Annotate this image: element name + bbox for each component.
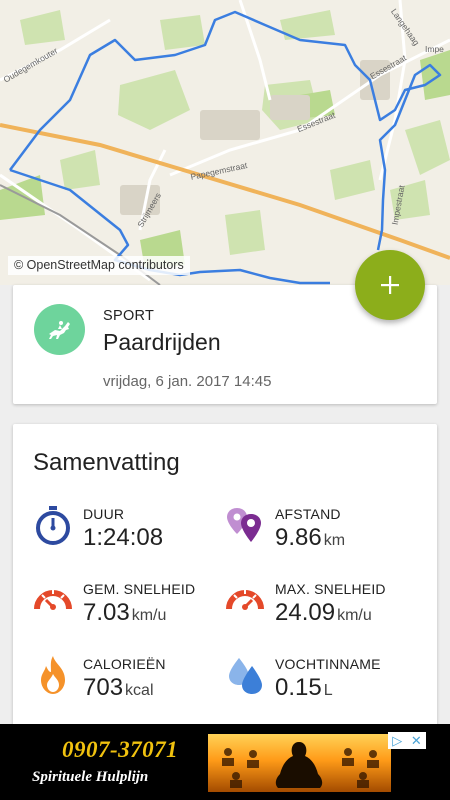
stat-value: 703 [83,674,124,701]
activity-datetime: vrijdag, 6 jan. 2017 14:45 [103,373,272,390]
summary-title: Samenvatting [33,449,180,476]
stat-unit: km [323,532,346,549]
stat-distance: AFSTAND 9.86 km [225,504,425,564]
stat-calories: CALORIEËN 703 kcal [33,654,233,714]
plus-icon [381,276,399,294]
ad-phone-number: 0907-37071 [62,737,179,762]
stat-value: 0.15 [275,674,322,701]
speedometer-icon [34,590,72,610]
ad-controls[interactable]: ▷ ✕ [388,732,426,749]
stat-unit: kcal [125,682,154,699]
street-label: Impe [425,44,444,54]
ad-choices-icon[interactable]: ▷ [392,733,402,749]
map-tiles [0,0,450,285]
stat-unit: km/u [337,607,372,624]
advertisement-banner[interactable]: 0907-37071 Spirituele Hulplijn ▷ ✕ [0,724,450,800]
stat-label: VOCHTINNAME [275,656,381,672]
ad-tagline: Spirituele Hulplijn [32,769,149,785]
route-map[interactable]: Essestraat Essestraat Papegemstraat Stri… [0,0,450,285]
stat-label: GEM. SNELHEID [83,581,196,597]
add-button[interactable] [355,250,425,320]
stopwatch-icon [36,506,70,545]
ad-buddha-image [222,742,379,788]
stat-label: CALORIEËN [83,656,166,672]
stat-value: 24.09 [275,599,336,626]
stat-max-speed: MAX. SNELHEID 24.09 km/u [225,579,425,639]
stat-label: MAX. SNELHEID [275,581,386,597]
stat-duration: DUUR 1:24:08 [33,504,233,564]
flame-icon [41,656,65,694]
stat-avg-speed: GEM. SNELHEID 7.03 km/u [33,579,233,639]
stat-value: 7.03 [83,599,130,626]
stat-label: DUUR [83,506,125,522]
map-attribution[interactable]: © OpenStreetMap contributors [8,256,190,275]
stat-value: 9.86 [275,524,322,551]
ad-image [208,734,391,792]
summary-card: Samenvatting DUUR 1:24:08 AFSTAND 9.86 km [13,424,437,734]
horse-riding-icon [34,304,85,355]
water-drops-icon [229,658,262,694]
stat-value: 1:24:08 [83,524,164,551]
stat-unit: km/u [131,607,167,624]
map-pin-icon [227,508,261,542]
stat-label: AFSTAND [275,506,341,522]
stat-hydration: VOCHTINNAME 0.15 L [225,654,425,714]
activity-name: Paardrijden [103,329,221,355]
close-icon[interactable]: ✕ [411,733,422,749]
activity-type-label: SPORT [103,308,155,324]
stat-unit: L [323,682,333,699]
speedometer-max-icon [226,590,264,610]
